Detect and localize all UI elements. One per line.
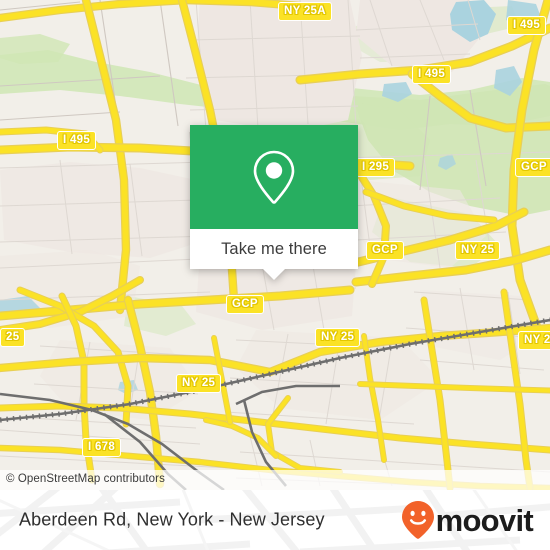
moovit-wordmark: moovit	[435, 502, 534, 538]
shield-ny-24: NY 24	[518, 331, 550, 350]
shield-ny-25-center: NY 25	[315, 328, 361, 347]
popup-pointer-tail	[262, 268, 286, 280]
take-me-there-label: Take me there	[221, 239, 327, 258]
popup-cta-area[interactable]: Take me there	[190, 229, 358, 280]
shield-i-495-topright: I 495	[507, 16, 547, 35]
map-attribution: © OpenStreetMap contributors	[0, 470, 550, 490]
location-title: Aberdeen Rd, New York - New Jersey	[19, 509, 325, 530]
shield-i-495-top: I 495	[412, 65, 452, 84]
shield-i-678: I 678	[82, 438, 122, 457]
map-pin-icon	[253, 150, 295, 204]
shield-ny-25a: NY 25A	[278, 2, 332, 21]
shield-ny-25-right: NY 25	[455, 241, 501, 260]
popup-image-area	[190, 125, 358, 229]
shield-gcp-right: GCP	[515, 158, 550, 177]
location-popup-card[interactable]: Take me there	[190, 125, 358, 280]
footer-bar: Aberdeen Rd, New York - New Jersey moovi…	[0, 490, 550, 550]
moovit-smiley-pin-icon	[401, 501, 434, 539]
moovit-brand-logo[interactable]: moovit	[401, 500, 534, 540]
map-canvas[interactable]: .res { fill:#eee7e2; } .park { fill:#cfe…	[0, 0, 550, 490]
shield-i-495-left: I 495	[57, 131, 97, 150]
moovit-map-share-card: .res { fill:#eee7e2; } .park { fill:#cfe…	[0, 0, 550, 550]
shield-i-295: I 295	[356, 158, 396, 177]
shield-25-edge: 25	[0, 328, 26, 347]
shield-ny-25-lower: NY 25	[176, 374, 222, 393]
shield-gcp-mid: GCP	[366, 241, 404, 260]
shield-gcp-left: GCP	[226, 295, 264, 314]
